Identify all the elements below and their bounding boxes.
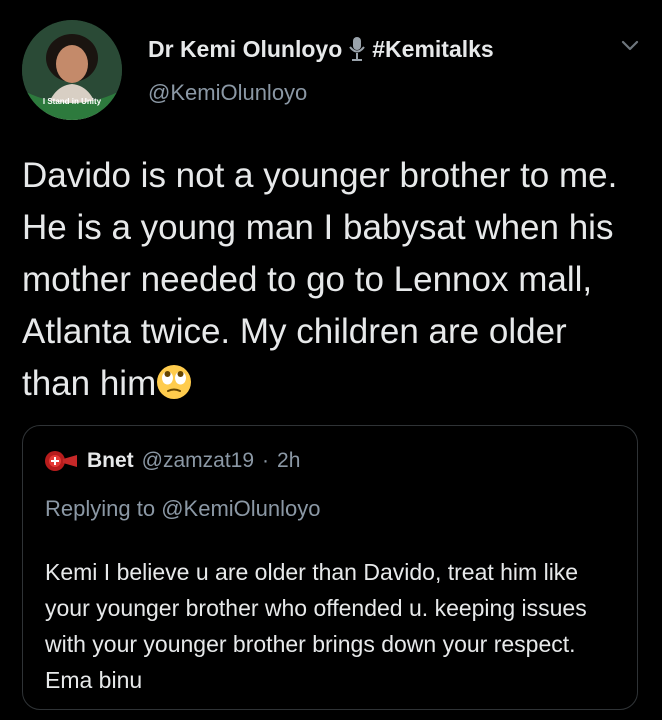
author-name[interactable]: Dr Kemi Olunloyo	[148, 36, 342, 63]
author-handle[interactable]: @KemiOlunloyo	[148, 80, 307, 106]
quoted-tweet[interactable]: Bnet @zamzat19 · 2h Replying to @KemiOlu…	[22, 425, 638, 710]
quoted-timestamp[interactable]: 2h	[277, 449, 300, 473]
quoted-text: Kemi I believe u are older than Davido, …	[45, 559, 587, 693]
author-name-row[interactable]: Dr Kemi Olunloyo #Kemitalks	[148, 34, 494, 64]
chevron-down-icon[interactable]	[620, 38, 640, 52]
meta-separator: ·	[262, 449, 270, 472]
replying-to: Replying to @KemiOlunloyo	[45, 496, 321, 522]
replying-to-handle[interactable]: @KemiOlunloyo	[161, 496, 320, 521]
tweet-body: Davido is not a younger brother to me. H…	[22, 156, 618, 403]
replying-to-label: Replying to	[45, 496, 156, 521]
microphone-icon	[349, 37, 366, 61]
name-hashtag[interactable]: #Kemitalks	[372, 36, 493, 63]
author-avatar[interactable]: I Stand in Unity	[22, 20, 122, 120]
tweet-text: Davido is not a younger brother to me. H…	[22, 150, 642, 410]
avatar-caption: I Stand in Unity	[43, 97, 102, 106]
quoted-author-name[interactable]: Bnet	[87, 449, 134, 473]
quoted-author-handle[interactable]: @zamzat19	[142, 449, 254, 473]
quoted-header: Bnet @zamzat19 · 2h	[43, 446, 300, 476]
avatar-image: I Stand in Unity	[22, 20, 122, 120]
quoted-author-avatar[interactable]	[43, 449, 79, 473]
eye-roll-emoji-icon	[157, 365, 192, 399]
